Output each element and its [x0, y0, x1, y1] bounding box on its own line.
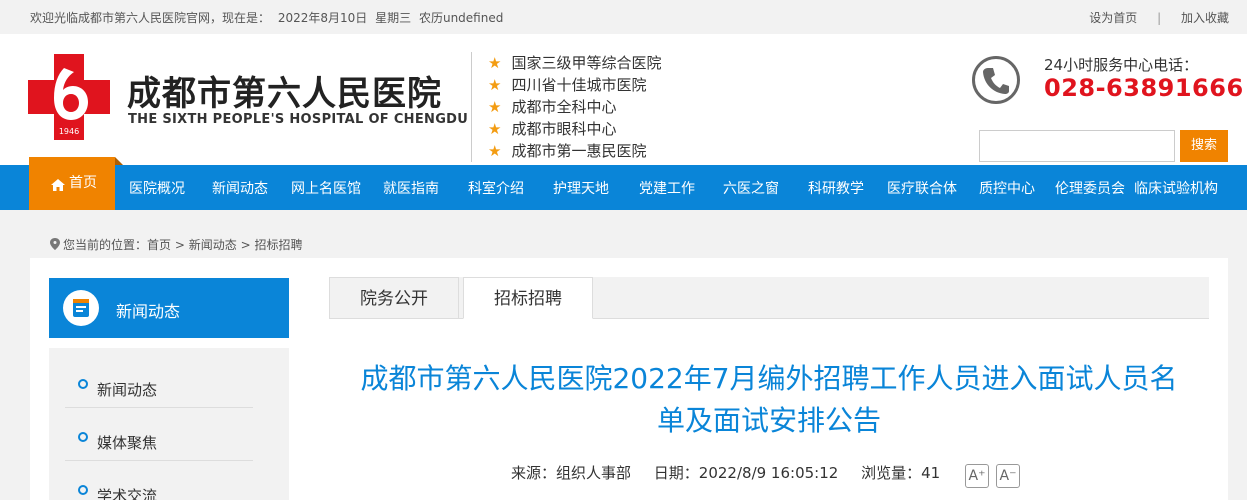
honors-list: ★ 国家三级甲等综合医院 ★ 四川省十佳城市医院 ★ 成都市全科中心 ★ 成都市眼科中心… [488, 52, 661, 162]
nav-item-quality-control[interactable]: 质控中心 [979, 178, 1035, 198]
sidebar-item-academic[interactable]: 学术交流 [65, 461, 253, 500]
search-input[interactable] [979, 130, 1175, 162]
nav-item-research[interactable]: 科研教学 [808, 178, 864, 198]
phone-icon [972, 56, 1020, 104]
nav-item-party-work[interactable]: 党建工作 [639, 178, 695, 198]
nav-item-hospital-overview[interactable]: 医院概况 [129, 178, 185, 198]
article-meta: 来源：组织人事部 日期：2022/8/9 16:05:12 浏览量：41 [511, 462, 958, 483]
search-button[interactable]: 搜索 [1180, 130, 1228, 162]
article-title: 成都市第六人民医院2022年7月编外招聘工作人员进入面试人员名 单及面试安排公告 [329, 358, 1209, 442]
nav-home-notch [115, 157, 123, 165]
star-icon: ★ [488, 120, 502, 138]
bullet-icon [78, 379, 88, 389]
sidebar-item-media[interactable]: 媒体聚焦 [65, 408, 253, 461]
sidebar-item-label: 新闻动态 [97, 381, 158, 399]
breadcrumb-news[interactable]: 新闻动态 [189, 238, 237, 252]
article-title-line2: 单及面试安排公告 [656, 404, 881, 437]
sidebar-item-label: 媒体聚焦 [97, 434, 158, 452]
nav-item-online-doctors[interactable]: 网上名医馆 [291, 178, 361, 198]
honor-label: 成都市眼科中心 [511, 120, 617, 138]
hospital-name-cn: 成都市第六人民医院 [127, 74, 442, 114]
location-pin-icon [50, 238, 60, 250]
honor-label: 国家三级甲等综合医院 [511, 54, 662, 72]
sidebar-list: 新闻动态 媒体聚焦 学术交流 [49, 348, 289, 500]
article-title-line1: 成都市第六人民医院2022年7月编外招聘工作人员进入面试人员名 [360, 362, 1178, 395]
home-icon [51, 179, 65, 191]
hospital-logo[interactable]: 1946 [28, 54, 110, 140]
tab-recruitment[interactable]: 招标招聘 [463, 277, 593, 319]
main-nav: 首页 医院概况 新闻动态 网上名医馆 就医指南 科室介绍 护理天地 党建工作 六… [0, 157, 1247, 210]
star-icon: ★ [488, 54, 502, 72]
breadcrumb-separator: > [240, 238, 251, 252]
honor-item: ★ 四川省十佳城市医院 [488, 74, 661, 96]
hospital-name-en: THE SIXTH PEOPLE'S HOSPITAL OF CHENGDU [128, 112, 469, 127]
welcome-message: 欢迎光临成都市第六人民医院官网，现在是： [30, 11, 271, 25]
nav-home[interactable]: 首页 [29, 157, 115, 210]
breadcrumb-current[interactable]: 招标招聘 [254, 238, 302, 252]
nav-item-ethics[interactable]: 伦理委员会 [1055, 178, 1125, 198]
bullet-icon [78, 432, 88, 442]
font-larger-button[interactable]: A⁺ [965, 464, 989, 488]
breadcrumb-prefix: 您当前的位置： [63, 238, 148, 252]
hotline-number: 028-63891666 [1044, 74, 1244, 102]
logo-year: 1946 [59, 127, 79, 136]
current-date: 2022年8月10日 [277, 11, 368, 25]
tab-public-affairs[interactable]: 院务公开 [329, 277, 459, 319]
article-views: 浏览量：41 [861, 464, 941, 482]
header-divider [471, 52, 472, 162]
sidebar-item-news[interactable]: 新闻动态 [65, 355, 253, 408]
breadcrumb: 您当前的位置：首页 > 新闻动态 > 招标招聘 [50, 236, 303, 253]
nav-item-window[interactable]: 六医之窗 [723, 178, 779, 198]
breadcrumb-separator: > [174, 238, 185, 252]
honor-item: ★ 成都市第一惠民医院 [488, 140, 661, 162]
top-bar: 欢迎光临成都市第六人民医院官网，现在是： 2022年8月10日 星期三 农历un… [0, 0, 1247, 34]
lunar-date: 农历undefined [418, 11, 504, 25]
honor-item: ★ 成都市眼科中心 [488, 118, 661, 140]
star-icon: ★ [488, 76, 502, 94]
nav-item-clinical-trials[interactable]: 临床试验机构 [1134, 178, 1218, 198]
honor-item: ★ 成都市全科中心 [488, 96, 661, 118]
tab-bar: 院务公开 招标招聘 [329, 277, 1209, 319]
top-links-separator: | [1157, 11, 1162, 25]
add-favorite-link[interactable]: 加入收藏 [1181, 9, 1229, 26]
nav-item-departments[interactable]: 科室介绍 [468, 178, 524, 198]
hotline-label: 24小时服务中心电话： [1044, 56, 1199, 74]
honor-item: ★ 国家三级甲等综合医院 [488, 52, 661, 74]
sidebar-header: 新闻动态 [49, 278, 289, 338]
honor-label: 四川省十佳城市医院 [511, 76, 647, 94]
nav-item-news[interactable]: 新闻动态 [212, 178, 268, 198]
article-source: 来源：组织人事部 [511, 464, 632, 482]
bullet-icon [78, 485, 88, 495]
site-header: 1946 成都市第六人民医院 THE SIXTH PEOPLE'S HOSPIT… [0, 34, 1247, 165]
honor-label: 成都市第一惠民医院 [511, 142, 647, 160]
honor-label: 成都市全科中心 [511, 98, 617, 116]
star-icon: ★ [488, 142, 502, 160]
nav-item-patient-guide[interactable]: 就医指南 [383, 178, 439, 198]
font-smaller-button[interactable]: A⁻ [996, 464, 1020, 488]
star-icon: ★ [488, 98, 502, 116]
breadcrumb-home[interactable]: 首页 [147, 238, 171, 252]
sidebar-item-label: 学术交流 [97, 487, 158, 500]
top-links: 设为首页 | 加入收藏 [1089, 9, 1229, 26]
set-home-link[interactable]: 设为首页 [1089, 9, 1137, 26]
news-icon [63, 290, 99, 326]
welcome-text: 欢迎光临成都市第六人民医院官网，现在是： 2022年8月10日 星期三 农历un… [30, 9, 507, 26]
nav-item-medical-alliance[interactable]: 医疗联合体 [887, 178, 957, 198]
article-date: 日期：2022/8/9 16:05:12 [653, 464, 839, 482]
sidebar-title: 新闻动态 [116, 302, 181, 321]
nav-home-label: 首页 [69, 175, 97, 191]
nav-item-nursing[interactable]: 护理天地 [553, 178, 609, 198]
current-weekday: 星期三 [375, 11, 412, 25]
